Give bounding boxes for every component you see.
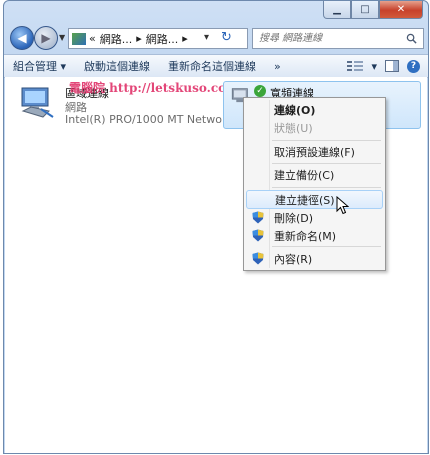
- context-menu: 連線(O) 狀態(U) 取消預設連線(F) 建立備份(C) 建立捷徑(S) 刪除…: [243, 97, 386, 271]
- shield-icon: [252, 229, 264, 242]
- menu-item-status: 狀態(U): [246, 118, 383, 137]
- menu-item-properties[interactable]: 內容(R): [246, 249, 383, 268]
- menu-item-rename[interactable]: 重新命名(M): [246, 226, 383, 245]
- more-commands-button[interactable]: »: [265, 60, 290, 73]
- breadcrumb-item[interactable]: 網路...: [100, 31, 133, 47]
- menu-item-create-shortcut[interactable]: 建立捷徑(S): [246, 190, 383, 209]
- refresh-icon[interactable]: ↻: [221, 30, 232, 45]
- menu-item-delete[interactable]: 刪除(D): [246, 208, 383, 227]
- start-connection-button[interactable]: 啟動這個連線: [75, 58, 159, 74]
- command-bar: 組合管理 ▾ 啟動這個連線 重新命名這個連線 » ▾ ?: [4, 54, 428, 78]
- network-folder-icon: [72, 32, 86, 45]
- menu-item-label: 狀態(U): [274, 121, 313, 135]
- watermark: 電腦院 http://letskuso.com: [69, 81, 239, 95]
- connected-check-icon: ✓: [254, 85, 266, 97]
- close-button[interactable]: ✕: [379, 1, 423, 19]
- menu-item-label: 建立備份(C): [274, 168, 335, 182]
- preview-pane-icon[interactable]: [385, 60, 399, 72]
- caption-buttons: ▁ □ ✕: [323, 1, 423, 19]
- mouse-cursor-icon: [336, 196, 349, 215]
- breadcrumb-item[interactable]: 網路...: [146, 31, 179, 47]
- address-dropdown-icon[interactable]: ▾: [204, 32, 209, 43]
- search-input[interactable]: [253, 32, 406, 45]
- shield-icon: [252, 211, 264, 224]
- change-view-icon[interactable]: [347, 60, 364, 72]
- breadcrumb-overflow[interactable]: «: [89, 32, 96, 45]
- menu-item-label: 建立捷徑(S): [275, 193, 335, 207]
- menu-item-label: 連線(O): [274, 103, 316, 117]
- menu-item-label: 刪除(D): [274, 211, 314, 225]
- menu-item-label: 重新命名(M): [274, 229, 337, 243]
- search-box: [252, 28, 424, 49]
- network-adapter-icon: [21, 87, 54, 118]
- menu-separator: [272, 187, 381, 188]
- help-icon[interactable]: ?: [407, 59, 420, 73]
- breadcrumb-arrow[interactable]: ▸: [182, 32, 188, 45]
- minimize-button[interactable]: ▁: [323, 1, 351, 19]
- address-row: ◀ ▶ ▼ « 網路... ▸ 網路... ▸ ▾ ↻: [4, 23, 428, 53]
- search-icon[interactable]: [406, 33, 417, 44]
- shield-icon: [252, 252, 264, 265]
- maximize-button[interactable]: □: [351, 1, 379, 19]
- menu-separator: [272, 140, 381, 141]
- view-options-dropdown[interactable]: ▾: [371, 60, 377, 73]
- menu-item-label: 內容(R): [274, 252, 313, 266]
- menu-item-connect[interactable]: 連線(O): [246, 100, 383, 119]
- forward-button[interactable]: ▶: [34, 26, 58, 50]
- back-button[interactable]: ◀: [10, 26, 34, 50]
- connection-device: Intel(R) PRO/1000 MT Network ...: [65, 113, 247, 126]
- command-bar-right: ▾ ?: [347, 59, 428, 73]
- menu-item-cancel-default[interactable]: 取消預設連線(F): [246, 142, 383, 161]
- menu-item-label: 取消預設連線(F): [274, 145, 355, 159]
- organize-button[interactable]: 組合管理 ▾: [4, 58, 75, 74]
- menu-separator: [272, 163, 381, 164]
- breadcrumb-arrow[interactable]: ▸: [136, 32, 142, 45]
- recent-pages-dropdown[interactable]: ▼: [59, 33, 65, 42]
- rename-connection-button[interactable]: 重新命名這個連線: [159, 58, 265, 74]
- menu-item-create-copy[interactable]: 建立備份(C): [246, 165, 383, 184]
- address-tools: ▾ ↻: [204, 28, 232, 47]
- menu-separator: [272, 246, 381, 247]
